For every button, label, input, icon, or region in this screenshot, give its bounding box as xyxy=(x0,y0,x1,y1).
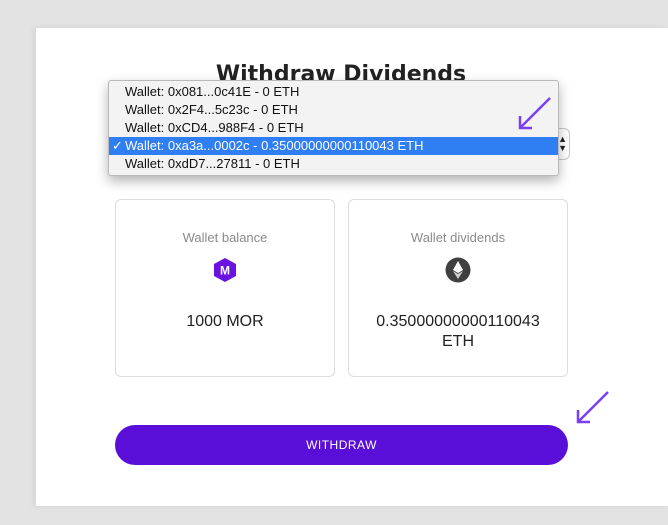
wallet-option-label: Wallet: 0xCD4...988F4 - 0 ETH xyxy=(125,120,304,135)
select-arrows-icon[interactable]: ▲ ▼ xyxy=(558,135,567,153)
annotation-arrow-icon xyxy=(518,97,551,130)
wallet-dividends-label: Wallet dividends xyxy=(410,230,506,245)
wallet-option-selected[interactable]: ✓ Wallet: 0xa3a...0002c - 0.3500000000011… xyxy=(109,137,558,155)
wallet-option[interactable]: Wallet: 0x2F4...5c23c - 0 ETH xyxy=(109,101,558,119)
wallet-balance-label: Wallet balance xyxy=(182,230,268,245)
wallet-option-label: Wallet: 0xa3a...0002c - 0.35000000000110… xyxy=(125,138,424,153)
wallet-option[interactable]: Wallet: 0xCD4...988F4 - 0 ETH xyxy=(109,119,558,137)
mor-token-icon: M xyxy=(214,258,236,282)
wallet-dividends-card: Wallet dividends 0.35000000000110043 ETH xyxy=(348,199,568,377)
checkmark-icon: ✓ xyxy=(112,138,123,153)
wallet-dropdown-list[interactable]: Wallet: 0x081...0c41E - 0 ETH Wallet: 0x… xyxy=(108,80,559,176)
wallet-option-label: Wallet: 0xdD7...27811 - 0 ETH xyxy=(125,156,300,171)
wallet-balance-value: 1000 MOR xyxy=(186,313,264,330)
wallet-balance-card: Wallet balance M 1000 MOR xyxy=(115,199,335,377)
withdraw-button[interactable]: WITHDRAW xyxy=(115,425,568,465)
wallet-option-label: Wallet: 0x2F4...5c23c - 0 ETH xyxy=(125,102,298,117)
annotation-arrow-icon xyxy=(576,391,609,424)
mor-token-letter: M xyxy=(220,264,230,278)
wallet-option[interactable]: Wallet: 0x081...0c41E - 0 ETH xyxy=(109,83,558,101)
wallet-option[interactable]: Wallet: 0xdD7...27811 - 0 ETH xyxy=(109,155,558,173)
ethereum-icon xyxy=(445,257,471,283)
wallet-dividends-value: 0.35000000000110043 ETH xyxy=(376,313,540,350)
wallet-option-label: Wallet: 0x081...0c41E - 0 ETH xyxy=(125,84,300,99)
